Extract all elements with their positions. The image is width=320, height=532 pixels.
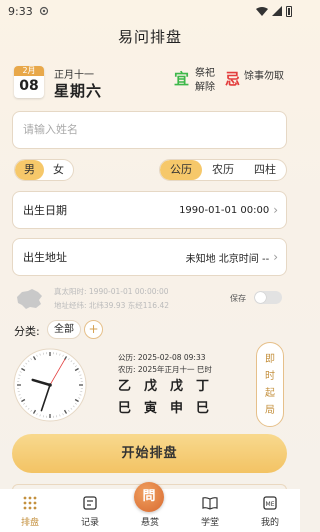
lunar-date: 正月十一 [54,70,94,81]
yi-items: 祭祀 解除 [195,68,215,93]
analog-clock [13,348,87,422]
grid-icon [23,496,37,510]
category-label: 分类: [14,325,40,338]
birth-date-row[interactable]: 出生日期 1990-01-01 00:00 › [12,191,287,229]
instant-char: 起 [265,387,275,399]
settings-icon [39,6,48,16]
save-label: 保存 [230,294,246,303]
nav-item-records[interactable]: 记录 [65,493,115,528]
solar-time: 真太阳时: 1990-01-01 00:00:00 [54,287,169,296]
birth-place-value-wrap: 未知地 北京时间 -- › [186,250,278,265]
weekday: 星期六 [54,82,103,100]
battery-icon [286,5,292,17]
tab-four-pillars[interactable]: 四柱 [244,160,286,180]
heavenly-stems: 乙 戊 戊 丁 [118,376,209,398]
yi-char: 宜 [174,70,190,88]
ji-char: 忌 [225,70,241,88]
svg-text:ME: ME [266,501,275,508]
nav-item-paipan[interactable]: 排盘 [5,493,55,528]
chevron-right-icon: › [273,203,278,217]
nav-item-school[interactable]: 学堂 [185,493,235,528]
instant-char: 即 [265,353,275,365]
geo-coords: 地址经纬: 北纬39.93 东经116.42 [54,301,170,310]
profile-icon: ME [263,496,277,510]
save-toggle[interactable] [254,291,282,304]
book-icon [202,497,218,510]
add-category-button[interactable]: + [84,320,103,339]
stem-year: 乙 [118,379,132,394]
instant-char: 局 [265,404,275,416]
ji-items: 馀事勿取 [244,71,284,82]
date-card: 2月 08 [14,66,44,98]
date-day: 08 [19,78,39,94]
nav-item-profile[interactable]: ME 我的 [245,493,295,528]
status-bar: 9:33 [0,0,300,22]
birth-place-label: 出生地址 [23,251,67,264]
reward-icon[interactable]: 問 [134,482,164,512]
record-icon [83,496,97,510]
birth-place-row[interactable]: 出生地址 未知地 北京时间 -- › [12,238,287,276]
status-time: 9:33 [8,4,33,18]
date-month: 2月 [14,66,44,76]
gender-male[interactable]: 男 [15,160,44,180]
app-title: 易问排盘 [117,28,182,46]
name-field[interactable]: 请输入姓名 [12,111,287,149]
chevron-right-icon: › [273,250,278,264]
signal-icon [272,6,282,16]
current-gregorian: 公历: 2025-02-08 09:33 [118,353,206,362]
earthly-branches: 巳 寅 申 巳 [118,398,209,420]
nav-label: 学堂 [200,518,219,528]
calendar-type-toggle: 公历 农历 四柱 [159,159,287,181]
nav-label: 记录 [80,518,99,528]
branch-hour: 巳 [196,401,210,416]
nav-label: 排盘 [20,518,39,528]
branch-day: 申 [170,401,184,416]
tab-lunar[interactable]: 农历 [202,160,244,180]
current-lunar: 农历: 2025年正月十一 巳时 [118,365,212,374]
wifi-icon [256,6,268,16]
category-all-chip[interactable]: 全部 [47,320,81,339]
start-chart-button[interactable]: 开始排盘 [12,434,287,473]
nav-label: 我的 [260,518,279,528]
gender-female[interactable]: 女 [44,160,73,180]
tab-gregorian[interactable]: 公历 [160,160,202,180]
birth-date-label: 出生日期 [23,204,67,217]
branch-year: 巳 [118,401,132,416]
stem-month: 戊 [144,379,158,394]
instant-chart-button[interactable]: 即 时 起 局 [256,342,284,427]
branch-month: 寅 [144,401,158,416]
stem-day: 戊 [170,379,184,394]
birth-place-value: 未知地 北京时间 -- [185,253,270,265]
stem-hour: 丁 [196,379,210,394]
instant-char: 时 [265,370,275,382]
birth-date-value: 1990-01-01 00:00 [179,204,270,216]
nav-label: 悬赏 [140,518,159,528]
four-pillars: 乙 戊 戊 丁 巳 寅 申 巳 [118,376,209,420]
gender-toggle: 男 女 [14,159,74,181]
birth-date-value-wrap: 1990-01-01 00:00 › [179,203,278,217]
china-map-icon [17,289,42,309]
